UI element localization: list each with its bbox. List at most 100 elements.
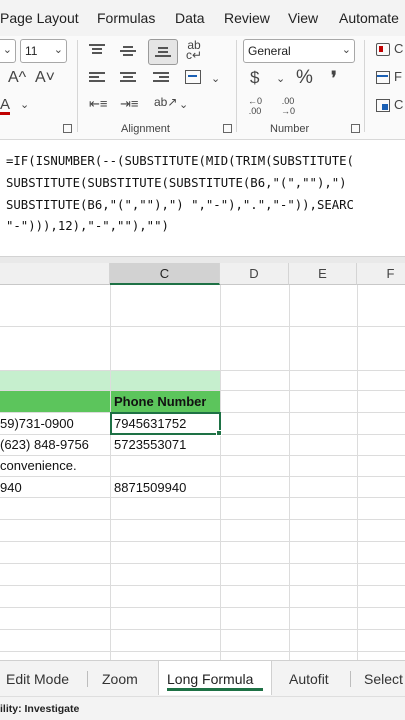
tab-bar: Edit Mode Zoom Long Formula Autofit Sele… xyxy=(0,660,405,696)
increase-decimal-icon[interactable]: ←0 .00 xyxy=(248,96,262,116)
cell-styles-label-partial: C xyxy=(394,97,404,112)
alignment-group-label: Alignment xyxy=(121,123,170,135)
grid-line xyxy=(0,585,405,586)
chevron-down-icon[interactable]: ⌄ xyxy=(179,98,188,111)
chevron-down-icon[interactable]: ⌄ xyxy=(211,72,220,85)
grid-line xyxy=(0,497,405,498)
align-right-icon[interactable] xyxy=(153,72,169,84)
ribbon-separator xyxy=(77,40,78,132)
table-cell[interactable]: convenience. xyxy=(0,458,108,473)
grid-line xyxy=(289,285,290,660)
formula-line: SUBSTITUTE(B6,"(",""),") ","-"),".","-")… xyxy=(6,198,354,212)
tab-edit-mode[interactable]: Edit Mode xyxy=(6,671,69,687)
grid-line xyxy=(0,326,405,327)
ribbon-separator xyxy=(236,40,237,132)
grid-line xyxy=(0,629,405,630)
percent-icon[interactable]: % xyxy=(296,67,313,89)
worksheet-grid[interactable]: Phone Number 59)731-0900 7945631752 (623… xyxy=(0,285,405,660)
table-cell[interactable]: 8871509940 xyxy=(114,480,186,495)
menu-page-layout[interactable]: Page Layout xyxy=(0,10,79,26)
grid-line xyxy=(0,519,405,520)
fill-handle[interactable] xyxy=(216,430,222,436)
formula-bar[interactable]: =IF(ISNUMBER(--(SUBSTITUTE(MID(TRIM(SUBS… xyxy=(0,140,405,257)
chevron-down-icon: ⌄ xyxy=(2,44,12,56)
grid-line xyxy=(110,285,111,660)
align-middle-icon[interactable] xyxy=(120,46,136,58)
wrap-text-icon[interactable]: ab c↵ xyxy=(186,39,202,61)
merge-center-icon[interactable] xyxy=(185,70,201,84)
table-cell[interactable]: (623) 848-9756 xyxy=(0,437,108,452)
formula-line: =IF(ISNUMBER(--(SUBSTITUTE(MID(TRIM(SUBS… xyxy=(6,154,354,168)
font-size-combo[interactable]: 11 ⌄ xyxy=(20,39,67,63)
grid-line xyxy=(357,285,358,660)
number-dialog-launcher-icon[interactable] xyxy=(351,124,360,133)
formula-line: SUBSTITUTE(SUBSTITUTE(SUBSTITUTE(B6,"(",… xyxy=(6,176,347,190)
font-color-icon[interactable]: A xyxy=(0,96,10,113)
number-format-value: General xyxy=(248,44,291,58)
grid-line xyxy=(0,563,405,564)
tab-autofit[interactable]: Autofit xyxy=(289,671,329,687)
menu-data[interactable]: Data xyxy=(175,10,205,26)
align-bottom-icon xyxy=(155,47,171,59)
status-bar: ility: Investigate xyxy=(0,696,405,720)
align-left-icon[interactable] xyxy=(89,72,105,84)
menu-review[interactable]: Review xyxy=(224,10,270,26)
chevron-down-icon[interactable]: ⌄ xyxy=(20,98,29,111)
table-cell[interactable]: 59)731-0900 xyxy=(0,416,108,431)
number-group-label: Number xyxy=(270,123,310,135)
column-header-b[interactable] xyxy=(0,263,110,285)
chevron-down-icon: ⌄ xyxy=(341,44,351,56)
accessibility-status[interactable]: ility: Investigate xyxy=(0,703,79,715)
chevron-down-icon[interactable]: ⌄ xyxy=(276,72,285,85)
grid-line xyxy=(0,607,405,608)
font-size-value: 11 xyxy=(25,44,38,58)
grid-line xyxy=(0,651,405,652)
cell-styles-icon[interactable] xyxy=(376,99,390,112)
grid-line xyxy=(220,285,221,660)
chevron-down-icon: ⌄ xyxy=(53,44,63,56)
decrease-indent-icon[interactable]: ⇤≡ xyxy=(89,96,107,112)
number-format-combo[interactable]: General ⌄ xyxy=(243,39,355,63)
grid-line xyxy=(0,390,405,391)
grid-line xyxy=(0,476,405,477)
column-header-f[interactable]: F xyxy=(357,263,405,285)
conditional-formatting-label-partial: C xyxy=(394,41,404,56)
decrease-decimal-icon[interactable]: .00 →0 xyxy=(281,96,295,116)
increase-font-size-icon[interactable]: A^ xyxy=(8,69,26,87)
tab-zoom[interactable]: Zoom xyxy=(102,671,138,687)
text-orientation-icon[interactable]: ab↗ xyxy=(154,95,177,109)
format-as-table-label-partial: F xyxy=(394,69,402,84)
grid-line xyxy=(0,455,405,456)
table-cell[interactable]: 5723553071 xyxy=(114,437,186,452)
align-center-icon[interactable] xyxy=(120,72,136,84)
active-tab-underline xyxy=(167,688,263,691)
grid-line xyxy=(0,370,405,371)
menu-automate[interactable]: Automate xyxy=(339,10,399,26)
tab-select[interactable]: Select xyxy=(364,671,403,687)
align-top-icon[interactable] xyxy=(89,44,105,56)
menu-formulas[interactable]: Formulas xyxy=(97,10,155,26)
formula-line: "-"))),12),"-",""),"") xyxy=(6,219,169,233)
phone-number-header[interactable]: Phone Number xyxy=(114,394,206,409)
format-as-table-icon[interactable] xyxy=(376,71,390,84)
menu-view[interactable]: View xyxy=(288,10,318,26)
column-header-c[interactable]: C xyxy=(110,263,220,285)
decrease-font-size-icon[interactable]: A˅ xyxy=(35,69,55,87)
increase-indent-icon[interactable]: ⇥≡ xyxy=(120,96,138,112)
tab-long-formula[interactable]: Long Formula xyxy=(167,671,253,687)
ribbon: ⌄ 11 ⌄ A^ A˅ A ⌄ ab c↵ ⌄ ⇤≡ ⇥≡ ab↗ ⌄ Alig… xyxy=(0,36,405,140)
conditional-formatting-icon[interactable] xyxy=(376,43,390,56)
selected-cell-outline xyxy=(110,412,221,435)
ribbon-separator xyxy=(364,40,365,132)
font-dialog-launcher-icon[interactable] xyxy=(63,124,72,133)
column-header-e[interactable]: E xyxy=(289,263,357,285)
tab-separator xyxy=(350,671,351,687)
tab-separator xyxy=(87,671,88,687)
column-header-d[interactable]: D xyxy=(220,263,289,285)
grid-line xyxy=(0,541,405,542)
table-cell[interactable]: 940 xyxy=(0,480,108,495)
font-name-combo[interactable]: ⌄ xyxy=(0,39,16,63)
currency-icon[interactable]: $ xyxy=(250,68,259,88)
comma-style-icon[interactable]: ❜ xyxy=(331,68,337,89)
alignment-dialog-launcher-icon[interactable] xyxy=(223,124,232,133)
